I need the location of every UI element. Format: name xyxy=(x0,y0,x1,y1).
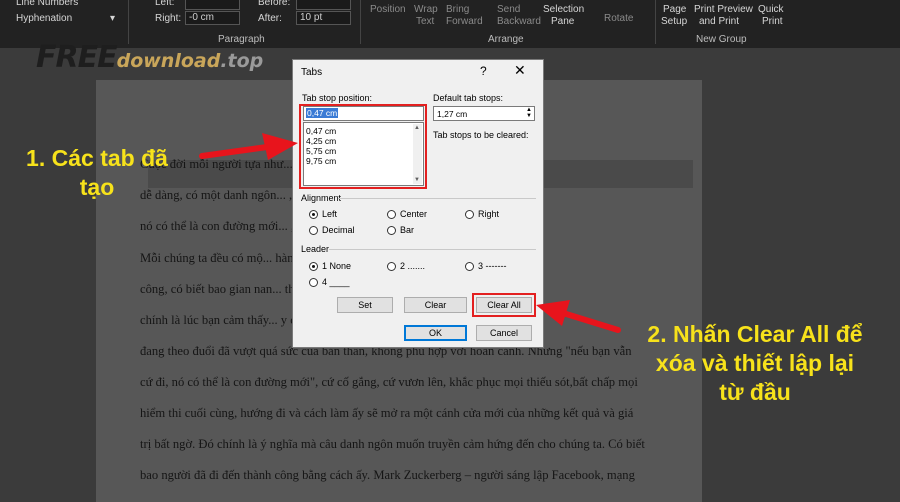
callout-tab-stops: 1. Các tab đã tạo xyxy=(26,145,168,200)
callout-clear-all: 2. Nhấn Clear All để xóa và thiết lập lạ… xyxy=(647,321,863,405)
arrow-head-icon xyxy=(262,133,298,160)
arrow-to-clear-all xyxy=(560,310,621,333)
arrow-to-tab-stops xyxy=(199,144,270,159)
annotation-arrows xyxy=(199,133,621,333)
arrow-head-icon xyxy=(536,300,570,326)
